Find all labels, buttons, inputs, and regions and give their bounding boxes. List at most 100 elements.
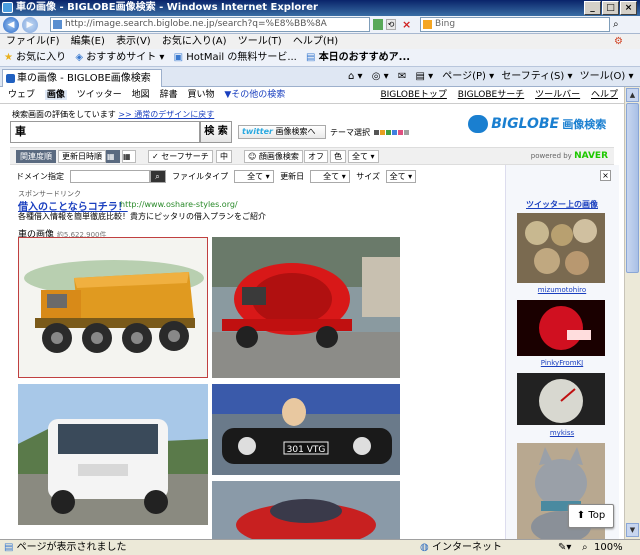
menu-tools[interactable]: ツール(T) <box>238 36 282 47</box>
page-fav-icon: ▤ <box>306 52 316 63</box>
grid-view-icon[interactable]: ▦ <box>122 150 136 163</box>
tab-current[interactable]: 車の画像 - BIGLOBE画像検索 <box>2 69 162 87</box>
theme-swatch[interactable] <box>391 130 397 135</box>
red-car-image <box>212 481 400 539</box>
ad-url[interactable]: http://www.oshare-styles.org/ <box>120 200 238 209</box>
result-image-white-kei-car[interactable] <box>18 384 208 525</box>
menu-file[interactable]: ファイル(F) <box>6 36 60 47</box>
theme-swatch[interactable] <box>385 130 391 135</box>
updated-select[interactable]: 全て ▾ <box>309 170 350 183</box>
biglobe-logo[interactable]: BIGLOBE 画像検索 <box>468 115 606 133</box>
domain-label: ドメイン指定 <box>16 172 64 181</box>
refresh-icon[interactable] <box>373 19 383 30</box>
sort-date-button[interactable]: 更新日時順 <box>58 150 106 163</box>
nav-images[interactable]: 画像 <box>44 90 67 100</box>
theme-swatch[interactable] <box>397 130 403 135</box>
face-search-value[interactable]: オフ <box>304 150 328 163</box>
safesearch-value[interactable]: 中 <box>216 150 232 163</box>
color-filter-select[interactable]: 全て ▾ <box>348 150 379 163</box>
print-icon[interactable]: ▤ ▾ <box>415 71 433 82</box>
restore-design-link[interactable]: >> 通常のデザインに戻す <box>118 110 214 119</box>
safesearch-button[interactable]: ✓ セーフサーチ <box>148 150 213 163</box>
sort-relevance-button[interactable]: 関連度順 <box>16 150 56 163</box>
sidebar-user-3[interactable]: mykiss <box>505 429 619 437</box>
compat-icon[interactable]: ⟲ <box>386 19 396 30</box>
search-box[interactable]: Bing <box>420 17 610 32</box>
zoom-level[interactable]: 100% <box>594 540 623 555</box>
theme-swatch[interactable] <box>373 130 379 135</box>
vertical-scrollbar[interactable]: ▲ ▼ <box>624 87 640 539</box>
back-button[interactable]: ◀ <box>3 17 19 33</box>
link-biglobe-search[interactable]: BIGLOBEサーチ <box>458 90 524 100</box>
stop-icon[interactable]: × <box>402 19 413 30</box>
home-icon[interactable]: ⌂ ▾ <box>348 71 363 82</box>
sidebar-title[interactable]: ツイッター上の画像 <box>505 199 619 210</box>
domain-search-icon[interactable]: ⌕ <box>149 170 166 183</box>
sidebar-image-speedometer[interactable] <box>517 373 605 425</box>
search-type-nav: ウェブ 画像 ツイッター 地図 辞書 買い物 ▼その他の検索 <box>8 89 292 101</box>
forward-button[interactable]: ▶ <box>22 17 38 33</box>
menu-help[interactable]: ヘルプ(H) <box>293 36 338 47</box>
sidebar-image-gauge-red[interactable] <box>517 300 605 356</box>
speedometer-image <box>517 373 605 425</box>
mail-icon[interactable]: ✉ <box>398 71 406 82</box>
result-image-dump-truck[interactable] <box>18 237 208 378</box>
nav-twitter[interactable]: ツイッター <box>77 90 122 100</box>
maximize-button[interactable]: □ <box>602 1 619 15</box>
sidebar-user-1[interactable]: mizumotohiro <box>505 286 619 294</box>
protected-mode-icon[interactable]: ✎▾ <box>558 540 571 555</box>
scroll-thumb[interactable] <box>626 103 639 273</box>
address-input[interactable]: http://image.search.biglobe.ne.jp/search… <box>50 17 370 32</box>
feeds-icon[interactable]: ◎ ▾ <box>372 71 389 82</box>
scroll-up-icon[interactable]: ▲ <box>626 88 639 102</box>
nav-map[interactable]: 地図 <box>132 90 150 100</box>
face-search-button[interactable]: ☺ 顔画像検索 <box>244 150 303 163</box>
close-button[interactable]: × <box>620 1 637 15</box>
sidebar-image-logs[interactable] <box>517 213 605 283</box>
favorites-button[interactable]: お気に入り <box>16 52 66 63</box>
safety-menu[interactable]: セーフティ(S) ▾ <box>501 71 572 82</box>
link-toolbar[interactable]: ツールバー <box>535 90 580 100</box>
link-biglobe-top[interactable]: BIGLOBEトップ <box>380 90 446 100</box>
domain-input[interactable] <box>69 170 150 183</box>
search-button[interactable]: 検 索 <box>200 121 232 143</box>
top-button-label: Top <box>588 510 606 521</box>
nav-shopping[interactable]: 買い物 <box>187 90 214 100</box>
link-help[interactable]: ヘルプ <box>591 90 618 100</box>
tools-menu[interactable]: ツール(O) ▾ <box>580 71 634 82</box>
toolbar-settings-icon[interactable]: ⚙ <box>614 34 623 49</box>
status-bar: ▤ ページが表示されました ◍ インターネット ✎▾ ⌕ 100% <box>0 539 640 555</box>
minimize-button[interactable]: _ <box>584 1 601 15</box>
favorites-item-hotmail[interactable]: HotMail の無料サービ... <box>186 52 297 63</box>
favorites-item-suggested[interactable]: おすすめサイト ▾ <box>86 52 164 63</box>
back-to-top-button[interactable]: ⬆ Top <box>568 504 614 528</box>
result-image-black-sports-car[interactable]: 301 VTG <box>212 384 400 475</box>
menu-edit[interactable]: 編集(E) <box>71 36 105 47</box>
query-input[interactable]: 車 <box>10 121 200 143</box>
page-menu[interactable]: ページ(P) ▾ <box>442 71 494 82</box>
nav-more[interactable]: ▼その他の検索 <box>224 90 285 100</box>
filetype-select[interactable]: 全て ▾ <box>233 170 274 183</box>
twitter-image-search-button[interactable]: twitter 画像検索へ <box>238 125 326 139</box>
scroll-down-icon[interactable]: ▼ <box>626 523 639 537</box>
search-go-icon[interactable]: ⌕ <box>613 19 619 30</box>
logs-image <box>517 213 605 283</box>
result-image-barrel-car[interactable] <box>212 237 400 378</box>
sidebar-close-icon[interactable]: × <box>600 170 611 181</box>
theme-swatch[interactable] <box>379 130 385 135</box>
twitter-button-label: 画像検索へ <box>275 127 316 136</box>
sidebar-user-2[interactable]: PinkyFromKJ <box>505 359 619 367</box>
zoom-icon[interactable]: ⌕ <box>582 540 588 555</box>
design-notice: 検索画面の評価をしています >> 通常のデザインに戻す <box>12 109 214 120</box>
nav-web[interactable]: ウェブ <box>8 90 35 100</box>
theme-swatch[interactable] <box>403 130 409 135</box>
list-view-icon[interactable]: ▦ <box>106 150 120 163</box>
menu-view[interactable]: 表示(V) <box>116 36 151 47</box>
favorites-item-recommend[interactable]: 本日のおすすめア... <box>319 52 410 63</box>
window-title-bar: 車の画像 - BIGLOBE画像検索 - Windows Internet Ex… <box>0 0 640 16</box>
updated-label: 更新日 <box>280 172 305 181</box>
menu-favorites[interactable]: お気に入り(A) <box>162 36 227 47</box>
size-select[interactable]: 全て ▾ <box>385 170 416 183</box>
nav-dictionary[interactable]: 辞書 <box>160 90 178 100</box>
result-image-red-car[interactable] <box>212 481 400 539</box>
